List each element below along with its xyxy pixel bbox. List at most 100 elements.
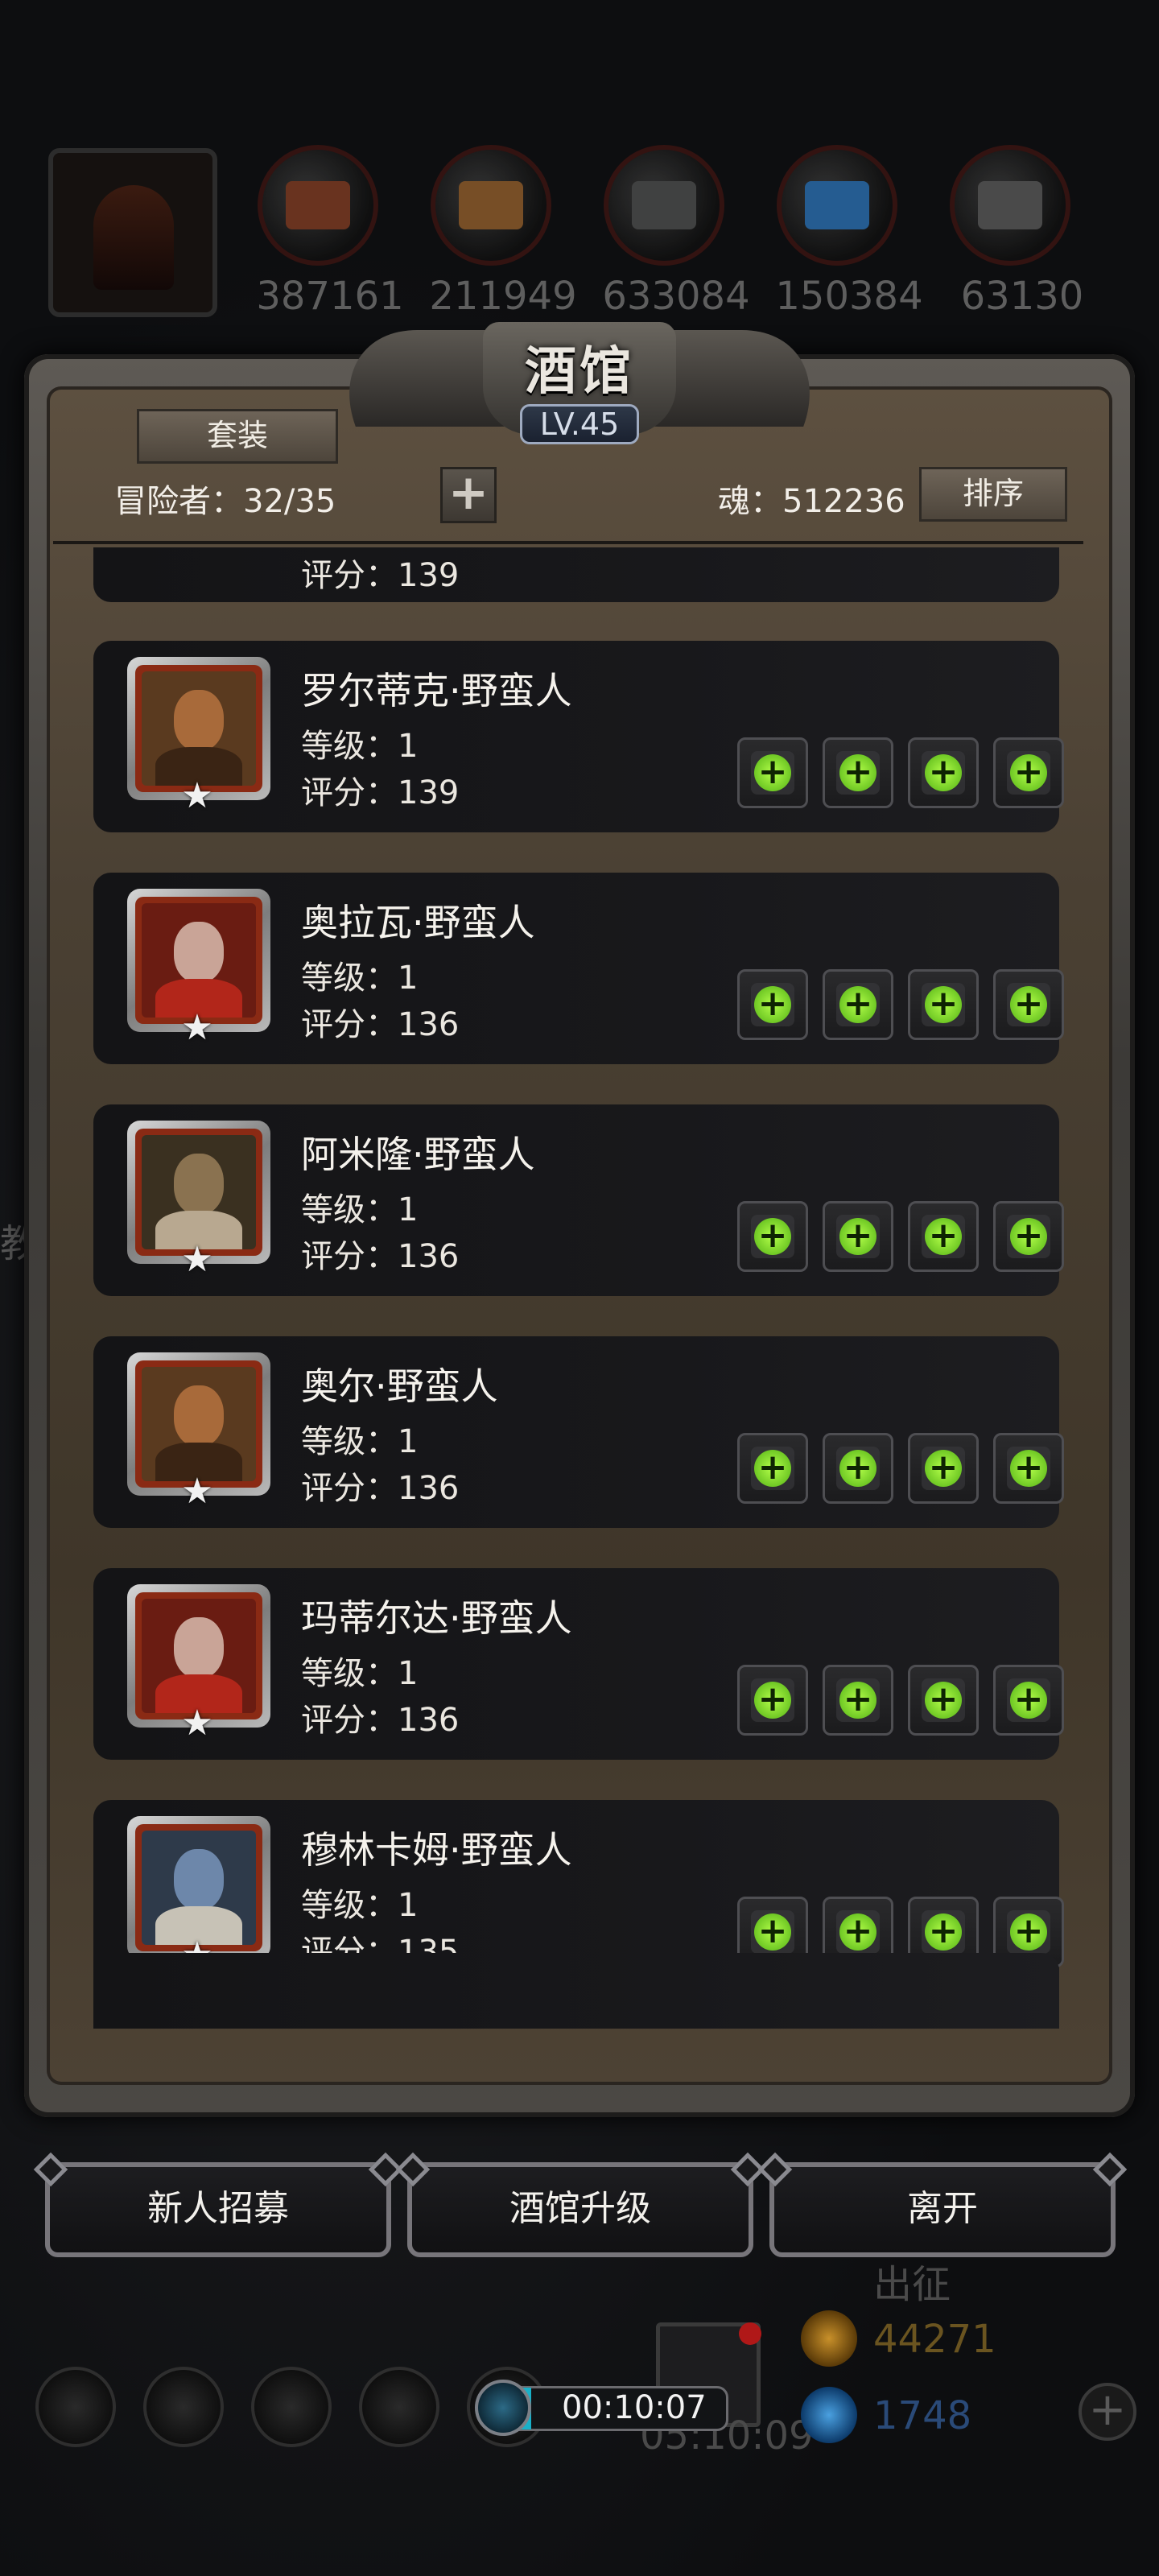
add-equipment-icon: +: [839, 1450, 876, 1487]
equip-armor-slot[interactable]: +: [823, 1201, 893, 1272]
equip-amulet-slot[interactable]: +: [993, 969, 1064, 1040]
equip-ring-slot[interactable]: +: [908, 1665, 979, 1736]
equipment-slots: + + + +: [737, 737, 1075, 810]
hero-card[interactable]: ★ 奥拉瓦·野蛮人 等级：1 评分：136 + + + +: [93, 873, 1064, 1064]
settings-icon[interactable]: [35, 2367, 116, 2447]
modal-title: 酒馆: [525, 342, 634, 402]
resource-0[interactable]: 387161: [256, 145, 404, 319]
equip-amulet-slot[interactable]: +: [993, 737, 1064, 808]
hero-level: 等级：1: [301, 1655, 419, 1692]
hero-name: 奥拉瓦·野蛮人: [301, 901, 535, 944]
hero-card-partial[interactable]: 评分：139: [93, 547, 1059, 602]
add-equipment-icon: +: [754, 1913, 791, 1951]
resource-3[interactable]: 150384: [775, 145, 923, 319]
hero-card-partial[interactable]: [93, 1953, 1059, 2029]
tavern-level-badge: LV.45: [520, 404, 639, 444]
hero-score: 评分：136: [301, 1470, 460, 1507]
resource-amount: 211949: [429, 274, 577, 319]
crystal-icon: [777, 145, 897, 266]
hero-score: 评分：139: [301, 774, 460, 811]
add-equipment-icon: +: [754, 986, 791, 1023]
add-equipment-icon: +: [839, 1913, 876, 1951]
hero-card[interactable]: ★ 奥尔·野蛮人 等级：1 评分：136 + + + +: [93, 1336, 1064, 1528]
resource-amount: 387161: [256, 274, 404, 319]
suit-button[interactable]: 套装: [137, 409, 338, 464]
equip-ring-slot[interactable]: +: [908, 1433, 979, 1504]
clock-icon: [475, 2380, 531, 2436]
hero-level: 等级：1: [301, 728, 419, 765]
resource-amount: 150384: [775, 274, 923, 319]
gift-notification-dot: [739, 2322, 761, 2345]
resource-1[interactable]: 211949: [429, 145, 577, 319]
equip-weapon-slot[interactable]: +: [737, 1433, 808, 1504]
equip-amulet-slot[interactable]: +: [993, 1433, 1064, 1504]
add-slot-button[interactable]: +: [440, 467, 497, 523]
equip-ring-slot[interactable]: +: [908, 737, 979, 808]
equip-ring-slot[interactable]: +: [908, 969, 979, 1040]
hero-score: 评分：136: [301, 1702, 460, 1739]
add-equipment-icon: +: [839, 754, 876, 791]
add-equipment-icon: +: [925, 754, 962, 791]
stone-icon: [604, 145, 724, 266]
sort-button[interactable]: 排序: [919, 467, 1067, 522]
star-icon: ★: [181, 1007, 213, 1048]
shop-icon[interactable]: [251, 2367, 332, 2447]
add-equipment-icon: +: [925, 1218, 962, 1255]
tavern-modal: 酒馆 LV.45 套装 冒险者：32/35 + 魂：512236 排序 评分：1…: [24, 314, 1135, 2436]
resource-2[interactable]: 633084: [602, 145, 750, 319]
equipment-slots: + + + +: [737, 1665, 1075, 1737]
player-avatar[interactable]: [48, 148, 217, 317]
leave-button[interactable]: 离开: [769, 2162, 1116, 2257]
rank-icon[interactable]: [143, 2367, 224, 2447]
hero-level: 等级：1: [301, 1887, 419, 1924]
hero-card[interactable]: ★ 罗尔蒂克·野蛮人 等级：1 评分：139 + + + +: [93, 641, 1064, 832]
mail-icon[interactable]: [359, 2367, 439, 2447]
resource-amount: 633084: [602, 274, 750, 319]
equip-amulet-slot[interactable]: +: [993, 1665, 1064, 1736]
hero-card[interactable]: ★ 阿米隆·野蛮人 等级：1 评分：136 + + + +: [93, 1104, 1064, 1296]
equip-weapon-slot[interactable]: +: [737, 737, 808, 808]
add-equipment-icon: +: [925, 1450, 962, 1487]
resource-4[interactable]: 63130: [950, 145, 1083, 319]
hero-name: 穆林卡姆·野蛮人: [301, 1828, 572, 1872]
equip-armor-slot[interactable]: +: [823, 1433, 893, 1504]
add-equipment-icon: +: [754, 754, 791, 791]
upgrade-tavern-button[interactable]: 酒馆升级: [407, 2162, 753, 2257]
resource-amount: 63130: [960, 274, 1084, 319]
hero-card[interactable]: ★ 玛蒂尔达·野蛮人等级：1 评分：136 + + + +: [93, 1568, 1064, 1760]
timer-text: 00:10:07: [562, 2389, 707, 2426]
hero-name: 阿米隆·野蛮人: [301, 1133, 535, 1176]
hero-name: 玛蒂尔达·野蛮人: [301, 1596, 572, 1640]
hero-score: 评分：136: [301, 1238, 460, 1275]
equipment-slots: + + + +: [737, 1201, 1075, 1274]
equip-weapon-slot[interactable]: +: [737, 969, 808, 1040]
add-currency-icon[interactable]: +: [1079, 2383, 1136, 2441]
equip-amulet-slot[interactable]: +: [993, 1201, 1064, 1272]
add-equipment-icon: +: [1010, 754, 1047, 791]
gem-amount: 1748: [873, 2393, 972, 2438]
recruit-button[interactable]: 新人招募: [45, 2162, 391, 2257]
hero-level: 等级：1: [301, 960, 419, 997]
soul-count: 魂：512236: [718, 483, 905, 520]
equipment-slots: + + + +: [737, 969, 1075, 1042]
star-icon: ★: [181, 1703, 213, 1744]
hooded-figure-icon: [93, 185, 174, 290]
add-equipment-icon: +: [1010, 1218, 1047, 1255]
hero-level: 等级：1: [301, 1423, 419, 1460]
equip-armor-slot[interactable]: +: [823, 1665, 893, 1736]
add-equipment-icon: +: [754, 1682, 791, 1719]
refresh-timer: 00:10:07: [475, 2380, 732, 2436]
equip-weapon-slot[interactable]: +: [737, 1665, 808, 1736]
equip-armor-slot[interactable]: +: [823, 737, 893, 808]
iron-icon: [950, 145, 1070, 266]
add-equipment-icon: +: [754, 1450, 791, 1487]
add-equipment-icon: +: [839, 1682, 876, 1719]
equip-armor-slot[interactable]: +: [823, 969, 893, 1040]
tavern-header: 冒险者：32/35 + 魂：512236 排序: [114, 467, 1072, 531]
meat-icon: [258, 145, 378, 266]
hero-list[interactable]: 评分：139 ★ 罗尔蒂克·野蛮人 等级：1 评分：139 + + + + ★ 奥拉瓦·野蛮人 等级…: [64, 547, 1079, 2029]
equip-ring-slot[interactable]: +: [908, 1201, 979, 1272]
equip-weapon-slot[interactable]: +: [737, 1201, 808, 1272]
add-equipment-icon: +: [925, 1682, 962, 1719]
add-equipment-icon: +: [1010, 1450, 1047, 1487]
